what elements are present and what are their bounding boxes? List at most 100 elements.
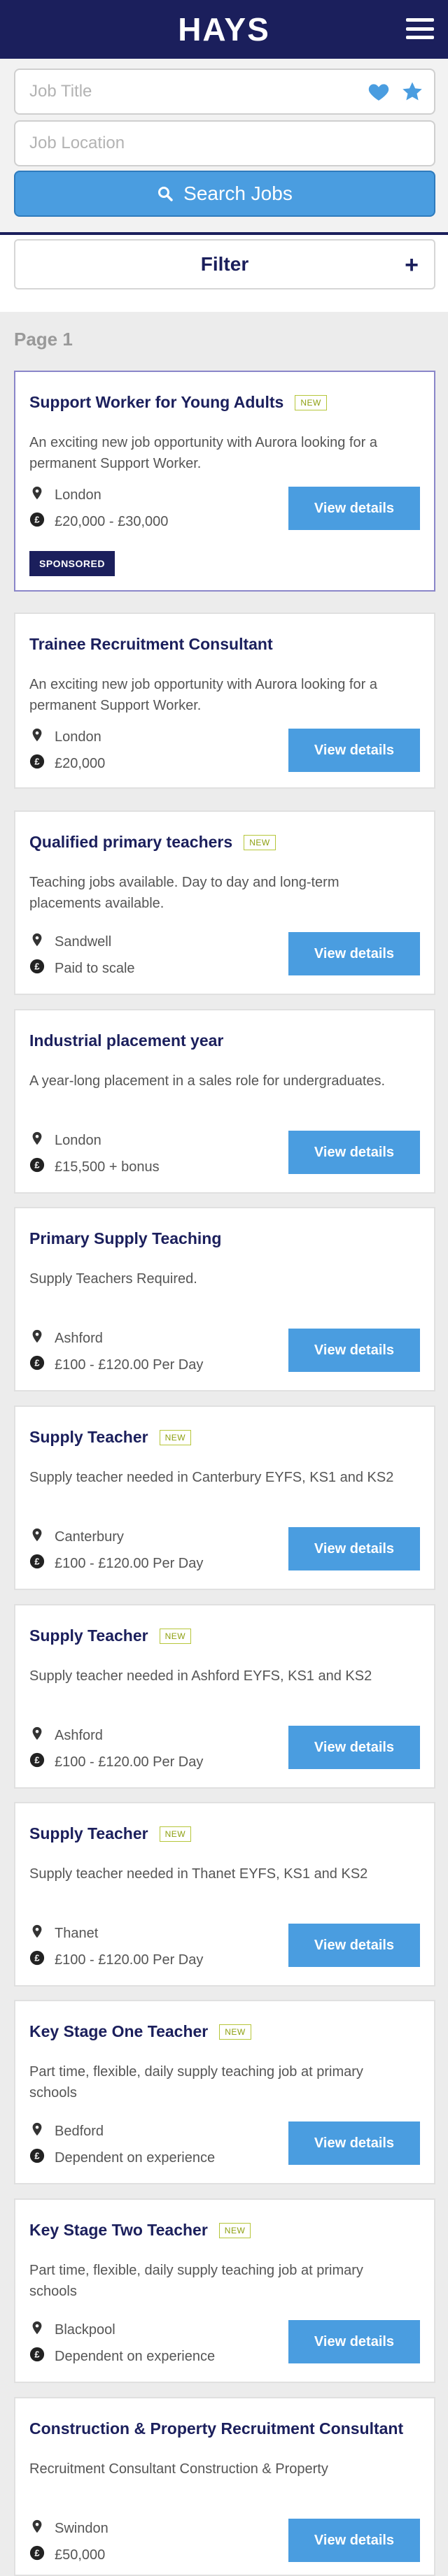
job-card[interactable]: Qualified primary teachers NEW Teaching jo… xyxy=(14,810,435,995)
job-title-row: Key Stage Two Teacher NEW xyxy=(29,2221,251,2240)
pound-coin-icon: £ xyxy=(29,959,55,978)
menu-icon[interactable] xyxy=(406,18,434,39)
pound-coin-icon: £ xyxy=(29,1554,55,1573)
svg-text:£: £ xyxy=(34,1755,39,1766)
job-title-link[interactable]: Trainee Recruitment Consultant xyxy=(29,635,273,654)
job-salary: £ £50,000 xyxy=(29,2545,105,2565)
job-card[interactable]: Trainee Recruitment Consultant An excitin… xyxy=(14,613,435,789)
job-salary-text: £15,500 + bonus xyxy=(55,1159,160,1175)
job-description: Recruitment Consultant Construction & Pr… xyxy=(29,2461,328,2477)
pound-coin-icon: £ xyxy=(29,2148,55,2168)
job-title-row: Support Worker for Young Adults NEW xyxy=(29,393,327,412)
location-pin-icon xyxy=(29,1527,55,1547)
job-title-link[interactable]: Primary Supply Teaching xyxy=(29,1229,221,1248)
job-salary: £ £100 - £120.00 Per Day xyxy=(29,1950,203,1970)
job-card[interactable]: Key Stage Two Teacher NEW Part time, flexi… xyxy=(14,2198,435,2383)
job-location: Swindon xyxy=(29,2519,108,2538)
view-details-button[interactable]: View details xyxy=(288,1924,420,1967)
new-badge: NEW xyxy=(218,2222,251,2238)
job-title-link[interactable]: Qualified primary teachers xyxy=(29,833,232,852)
job-title-row: Supply Teacher NEW xyxy=(29,1824,192,1843)
location-pin-icon xyxy=(29,1726,55,1745)
job-location-text: Blackpool xyxy=(55,2321,115,2338)
svg-text:£: £ xyxy=(34,1953,39,1963)
job-title-link[interactable]: Supply Teacher xyxy=(29,1428,148,1447)
job-location: Blackpool xyxy=(29,2320,115,2340)
svg-text:£: £ xyxy=(34,961,39,972)
svg-text:£: £ xyxy=(34,2548,39,2559)
svg-text:£: £ xyxy=(34,1160,39,1171)
job-card[interactable]: Supply Teacher NEW Supply teacher needed i… xyxy=(14,1405,435,1590)
view-details-button[interactable]: View details xyxy=(288,487,420,530)
filter-toggle[interactable]: Filter + xyxy=(14,239,435,289)
search-icon xyxy=(158,187,173,201)
job-title-link[interactable]: Key Stage Two Teacher xyxy=(29,2221,208,2240)
svg-text:£: £ xyxy=(34,2349,39,2360)
job-location-placeholder: Job Location xyxy=(29,134,125,152)
svg-text:£: £ xyxy=(34,1358,39,1368)
view-details-button[interactable]: View details xyxy=(288,729,420,772)
job-salary: £ £20,000 - £30,000 xyxy=(29,512,168,531)
job-salary-text: £100 - £120.00 Per Day xyxy=(55,1555,204,1571)
sponsored-badge: SPONSORED xyxy=(29,551,115,576)
view-details-button[interactable]: View details xyxy=(288,932,420,975)
job-title-link[interactable]: Supply Teacher xyxy=(29,1626,148,1645)
job-salary-text: £100 - £120.00 Per Day xyxy=(55,1754,204,1770)
star-icon[interactable] xyxy=(400,80,424,103)
job-card[interactable]: Industrial placement year A year-long pla… xyxy=(14,1009,435,1194)
job-location: Canterbury xyxy=(29,1527,124,1547)
job-location-text: Ashford xyxy=(55,1330,103,1346)
job-location-text: London xyxy=(55,1132,102,1148)
job-description: Supply teacher needed in Thanet EYFS, KS… xyxy=(29,1866,368,1882)
job-salary: £ £15,500 + bonus xyxy=(29,1157,160,1177)
job-title-row: Industrial placement year xyxy=(29,1031,223,1050)
plus-icon: + xyxy=(405,252,419,278)
job-description: Supply Teachers Required. xyxy=(29,1271,197,1287)
job-description: Part time, flexible, daily supply teachi… xyxy=(29,2064,363,2101)
site-header: HAYS xyxy=(0,0,448,59)
new-badge: NEW xyxy=(159,1628,192,1644)
job-salary-text: £100 - £120.00 Per Day xyxy=(55,1952,204,1968)
job-location: Bedford xyxy=(29,2121,104,2141)
job-title-placeholder: Job Title xyxy=(29,82,92,101)
job-title-link[interactable]: Key Stage One Teacher xyxy=(29,2022,208,2041)
view-details-button[interactable]: View details xyxy=(288,1329,420,1372)
job-location: Ashford xyxy=(29,1329,103,1348)
job-salary: £ Paid to scale xyxy=(29,959,135,978)
job-title-link[interactable]: Supply Teacher xyxy=(29,1824,148,1843)
job-location-text: Thanet xyxy=(55,1925,99,1941)
job-card[interactable]: Primary Supply Teaching Supply Teachers R… xyxy=(14,1207,435,1391)
job-card[interactable]: Supply Teacher NEW Supply teacher needed i… xyxy=(14,1802,435,1987)
job-card[interactable]: Construction & Property Recruitment Cons… xyxy=(14,2397,435,2576)
search-jobs-label: Search Jobs xyxy=(183,183,293,204)
job-salary-text: Dependent on experience xyxy=(55,2149,216,2166)
hays-logo[interactable]: HAYS xyxy=(178,10,270,48)
view-details-button[interactable]: View details xyxy=(288,1131,420,1174)
job-title-link[interactable]: Support Worker for Young Adults xyxy=(29,393,284,412)
job-title-row: Supply Teacher NEW xyxy=(29,1428,192,1447)
job-title-link[interactable]: Industrial placement year xyxy=(29,1031,223,1050)
heart-icon[interactable] xyxy=(367,80,391,103)
location-pin-icon xyxy=(29,485,55,505)
job-title-row: Key Stage One Teacher NEW xyxy=(29,2022,251,2041)
search-jobs-button[interactable]: Search Jobs xyxy=(14,171,435,217)
job-card[interactable]: Key Stage One Teacher NEW Part time, flexi… xyxy=(14,2000,435,2184)
new-badge: NEW xyxy=(295,394,327,410)
job-salary-text: Dependent on experience xyxy=(55,2348,216,2364)
job-title-input[interactable]: Job Title xyxy=(14,69,435,115)
view-details-button[interactable]: View details xyxy=(288,1726,420,1769)
job-title-link[interactable]: Construction & Property Recruitment Cons… xyxy=(29,2419,403,2438)
job-title-row: Qualified primary teachers NEW xyxy=(29,833,276,852)
view-details-button[interactable]: View details xyxy=(288,2121,420,2165)
view-details-button[interactable]: View details xyxy=(288,2320,420,2363)
job-card[interactable]: Support Worker for Young Adults NEW An exc… xyxy=(14,371,435,592)
job-location-input[interactable]: Job Location xyxy=(14,120,435,166)
job-salary: £ £100 - £120.00 Per Day xyxy=(29,1752,203,1772)
view-details-button[interactable]: View details xyxy=(288,1527,420,1570)
job-salary: £ £100 - £120.00 Per Day xyxy=(29,1554,203,1573)
job-card[interactable]: Supply Teacher NEW Supply teacher needed i… xyxy=(14,1604,435,1789)
search-panel: Job Title Job Location Search Jobs xyxy=(0,59,448,235)
view-details-button[interactable]: View details xyxy=(288,2519,420,2562)
pound-coin-icon: £ xyxy=(29,1355,55,1375)
job-salary-text: £50,000 xyxy=(55,2547,106,2563)
